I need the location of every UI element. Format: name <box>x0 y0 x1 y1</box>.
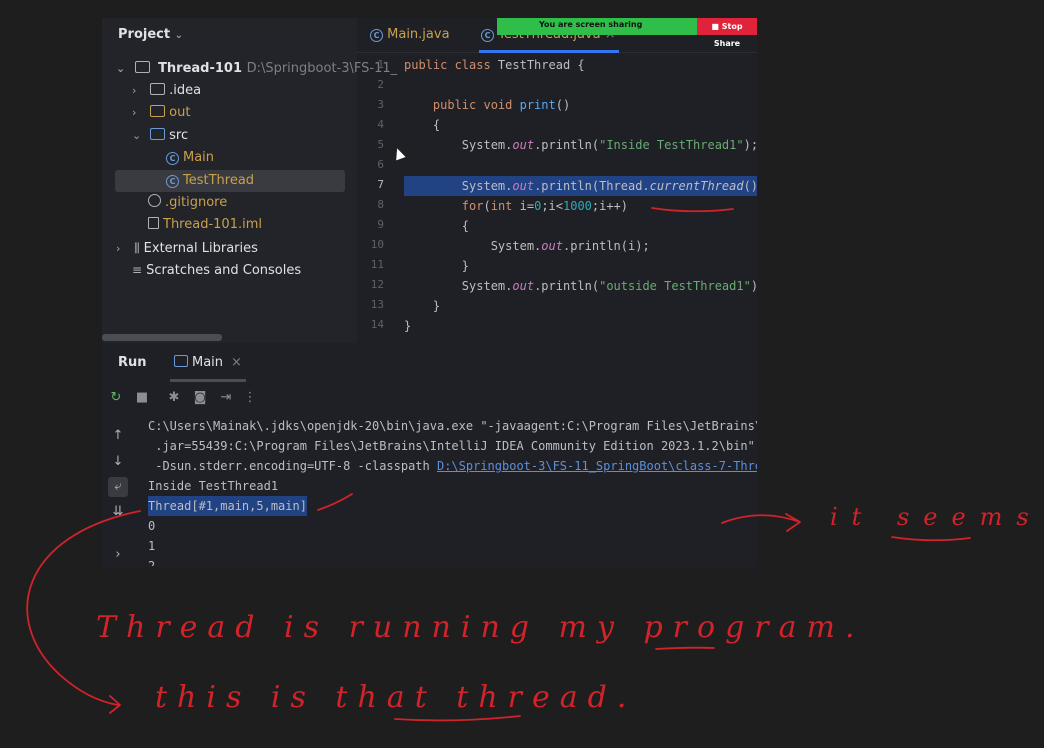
underline-stroke <box>394 715 521 722</box>
pointer-stroke <box>317 493 353 511</box>
arrow-stroke <box>721 513 801 532</box>
annotation-line-1: Thread is running my program. <box>96 610 865 645</box>
underline-stroke <box>891 536 971 542</box>
annotation-line-2: this is that thread. <box>155 680 637 715</box>
underline-stroke <box>651 207 734 213</box>
annotation-it-seems: it seems. <box>830 503 1044 531</box>
underline-stroke <box>655 646 715 650</box>
